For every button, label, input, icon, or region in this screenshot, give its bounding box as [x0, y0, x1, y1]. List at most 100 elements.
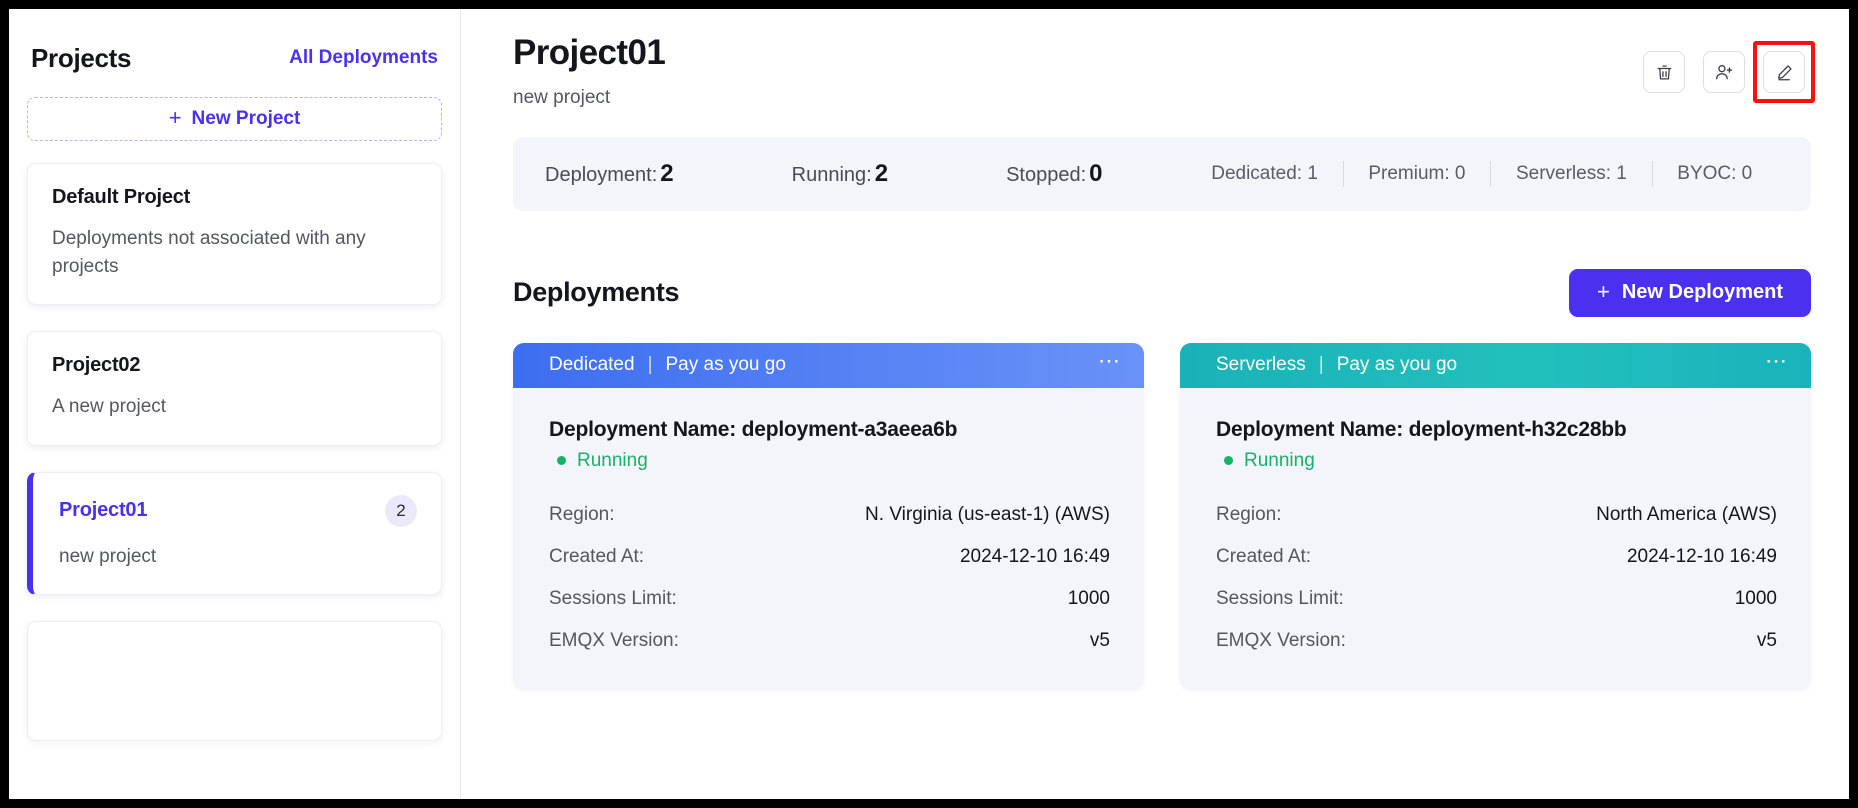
deployment-type-group: Serverless | Pay as you go: [1216, 354, 1457, 376]
new-deployment-button[interactable]: + New Deployment: [1568, 268, 1811, 317]
trash-icon: [1655, 63, 1674, 82]
stat-running-label: Running:: [791, 163, 872, 186]
detail-value: N. Virginia (us-east-1) (AWS): [865, 503, 1110, 525]
header-divider: |: [647, 354, 653, 376]
app-root: Projects All Deployments + New Project D…: [0, 0, 1858, 808]
deployments-grid: Dedicated | Pay as you go ⋯ Deployment N…: [513, 342, 1811, 690]
sidebar-header: Projects All Deployments: [27, 9, 442, 85]
detail-row: Sessions Limit: 1000: [1216, 578, 1777, 620]
project-header: Project01 new project: [513, 31, 1815, 109]
stat-running: Running: 2: [792, 160, 888, 188]
deployments-title: Deployments: [513, 277, 680, 308]
detail-row: Created At: 2024-12-10 16:49: [1216, 536, 1777, 578]
status-label: Running: [1244, 449, 1315, 471]
project-card-top: Default Project: [52, 186, 417, 209]
stat-premium: Premium: 0: [1368, 162, 1466, 184]
projects-sidebar: Projects All Deployments + New Project D…: [9, 9, 461, 799]
deployment-details: Region: North America (AWS) Created At: …: [1216, 494, 1777, 662]
project-card-top: Project02: [52, 354, 417, 377]
project-description: new project: [59, 545, 157, 567]
detail-key: Sessions Limit:: [549, 587, 677, 609]
new-project-label: New Project: [191, 108, 301, 129]
edit-button-highlight: [1753, 41, 1815, 103]
deployment-type: Dedicated: [549, 354, 635, 376]
all-deployments-link[interactable]: All Deployments: [289, 47, 438, 69]
person-add-icon: [1714, 62, 1734, 82]
detail-value: 1000: [1734, 587, 1777, 609]
deployment-card-serverless[interactable]: Serverless | Pay as you go ⋯ Deployment …: [1180, 342, 1811, 690]
detail-key: Sessions Limit:: [1216, 587, 1344, 609]
project-name: Default Project: [52, 186, 191, 208]
project-title: Project01: [513, 33, 666, 72]
detail-row: Region: N. Virginia (us-east-1) (AWS): [549, 494, 1110, 536]
stat-stopped: Stopped: 0: [1006, 160, 1102, 188]
deployment-card-body: Deployment Name: deployment-h32c28bb Run…: [1180, 388, 1811, 690]
stat-running-value: 2: [874, 159, 889, 187]
add-member-button[interactable]: [1703, 51, 1745, 93]
project-card-top: Project01 2: [59, 494, 417, 527]
deployment-card-header: Serverless | Pay as you go ⋯: [1180, 342, 1811, 388]
plus-icon: +: [1596, 278, 1610, 304]
deployment-name: Deployment Name: deployment-a3aeea6b: [549, 417, 958, 441]
project-name: Project02: [52, 354, 141, 377]
deployment-card-header: Dedicated | Pay as you go ⋯: [513, 342, 1144, 388]
project-stats-bar: Deployment: 2 Running: 2 Stopped: 0 Dedicat…: [513, 136, 1811, 211]
status-dot-icon: [1224, 456, 1233, 466]
project-deployment-count-badge: 2: [385, 494, 417, 527]
stat-serverless: Serverless: 1: [1515, 162, 1627, 184]
detail-row: Sessions Limit: 1000: [549, 578, 1110, 620]
deployment-name: Deployment Name: deployment-h32c28bb: [1216, 417, 1627, 441]
project-header-text: Project01 new project: [513, 31, 666, 109]
deployment-type-group: Dedicated | Pay as you go: [549, 354, 786, 376]
stat-stopped-label: Stopped:: [1006, 163, 1087, 186]
new-project-button[interactable]: + New Project: [27, 97, 442, 141]
detail-value: 1000: [1067, 587, 1110, 609]
project-card-default[interactable]: Default Project Deployments not associat…: [27, 163, 442, 306]
pencil-icon: [1775, 63, 1794, 82]
detail-value: North America (AWS): [1596, 503, 1777, 525]
project-name: Project01: [59, 499, 148, 522]
project-card-partial[interactable]: [27, 621, 442, 742]
stat-byoc: BYOC: 0: [1677, 162, 1753, 184]
deployment-billing: Pay as you go: [665, 354, 786, 376]
deployment-menu-button[interactable]: ⋯: [1098, 350, 1122, 372]
deployment-card-dedicated[interactable]: Dedicated | Pay as you go ⋯ Deployment N…: [513, 342, 1144, 690]
status-dot-icon: [557, 456, 566, 466]
project-subtitle: new project: [513, 86, 611, 108]
detail-row: Created At: 2024-12-10 16:49: [549, 536, 1110, 578]
page-title: Projects: [31, 42, 132, 73]
stat-stopped-value: 0: [1089, 159, 1103, 187]
status-badge: Running: [549, 450, 1110, 472]
detail-value: 2024-12-10 16:49: [959, 545, 1110, 567]
project-card-project02[interactable]: Project02 A new project: [27, 331, 442, 446]
deployment-menu-button[interactable]: ⋯: [1765, 350, 1789, 372]
stat-deployment: Deployment: 2: [545, 160, 674, 188]
detail-value: v5: [1756, 629, 1777, 651]
detail-row: EMQX Version: v5: [1216, 620, 1777, 662]
project-card-project01[interactable]: Project01 2 new project: [27, 471, 442, 596]
stat-dedicated: Dedicated: 1: [1211, 162, 1318, 184]
new-deployment-label: New Deployment: [1621, 281, 1783, 304]
detail-key: Region:: [549, 503, 615, 525]
deployment-details: Region: N. Virginia (us-east-1) (AWS) Cr…: [549, 494, 1110, 662]
project-description: Deployments not associated with any proj…: [52, 228, 366, 277]
detail-row: Region: North America (AWS): [1216, 494, 1777, 536]
detail-value: 2024-12-10 16:49: [1626, 545, 1777, 567]
plus-icon: +: [168, 105, 182, 130]
project-action-buttons: [1643, 31, 1815, 103]
status-badge: Running: [1216, 450, 1777, 472]
project-list: Default Project Deployments not associat…: [27, 163, 442, 742]
detail-key: Created At:: [1216, 545, 1312, 567]
detail-key: Region:: [1216, 503, 1282, 525]
detail-value: v5: [1089, 629, 1110, 651]
detail-key: EMQX Version:: [549, 629, 679, 651]
edit-project-button[interactable]: [1763, 51, 1805, 93]
deployments-header: Deployments + New Deployment: [513, 268, 1811, 317]
delete-project-button[interactable]: [1643, 51, 1685, 93]
project-description: A new project: [52, 396, 167, 418]
detail-key: Created At:: [549, 545, 645, 567]
detail-row: EMQX Version: v5: [549, 620, 1110, 662]
deployment-type: Serverless: [1216, 354, 1306, 376]
stat-deployment-value: 2: [660, 159, 674, 187]
header-divider: |: [1318, 354, 1324, 376]
